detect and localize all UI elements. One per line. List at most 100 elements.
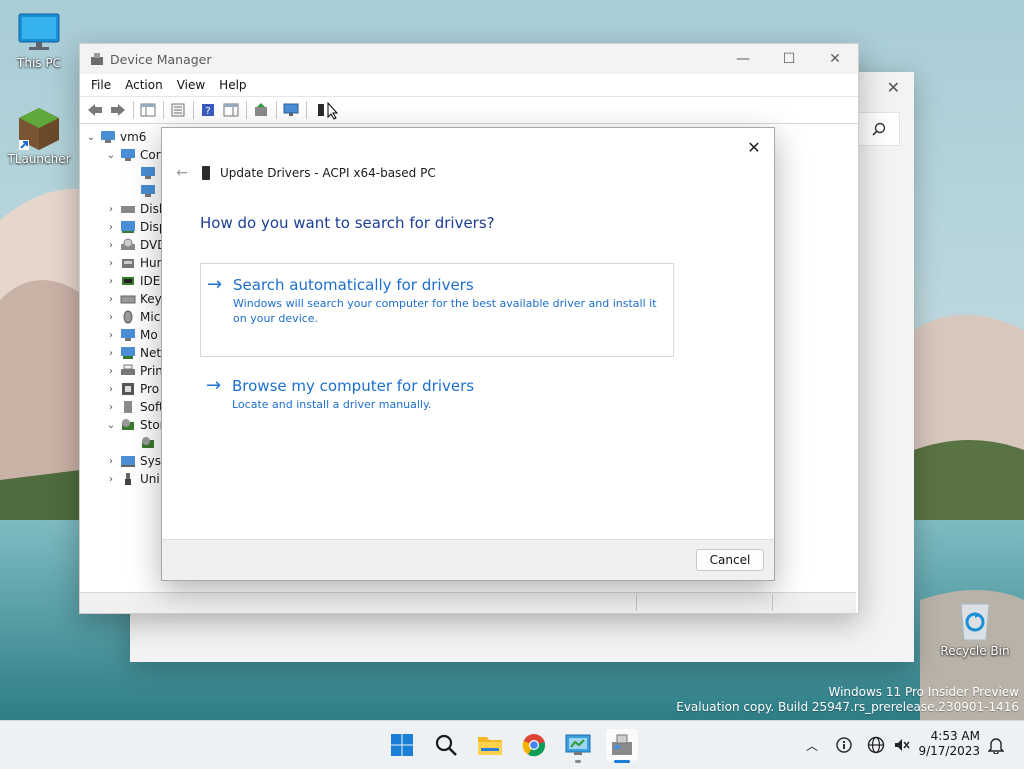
- storage-controller-icon: [122, 419, 134, 430]
- toolbar-separator: [193, 101, 194, 119]
- menu-view[interactable]: View: [170, 78, 212, 92]
- show-hidden-icons-button[interactable]: ︿: [802, 735, 822, 755]
- chevron-down-icon[interactable]: ⌄: [104, 150, 118, 161]
- search-automatically-option[interactable]: → Search automatically for drivers Windo…: [200, 263, 674, 357]
- back-button[interactable]: [84, 100, 106, 120]
- clock[interactable]: 4:53 AM 9/17/2023: [918, 729, 980, 759]
- close-icon[interactable]: ✕: [887, 78, 900, 97]
- tree-row-keyboards[interactable]: › Key: [104, 290, 162, 308]
- action-pane-button[interactable]: [220, 100, 242, 120]
- scan-hardware-button[interactable]: [280, 100, 302, 120]
- tray-app-button[interactable]: [834, 735, 854, 755]
- tree-row-child[interactable]: [138, 182, 160, 200]
- tree-row-storage[interactable]: ⌄ Stor: [104, 416, 165, 434]
- tree-row-computer[interactable]: ⌄ Cor: [104, 146, 161, 164]
- chevron-right-icon[interactable]: ›: [104, 312, 118, 323]
- chevron-right-icon[interactable]: ›: [104, 330, 118, 341]
- tree-row-dvd[interactable]: › DVD: [104, 236, 166, 254]
- dialog-header: ← Update Drivers - ACPI x64-based PC: [170, 164, 436, 182]
- svg-text:?: ?: [205, 106, 210, 117]
- chevron-right-icon[interactable]: ›: [104, 294, 118, 305]
- dialog-close-button[interactable]: ✕: [740, 134, 768, 160]
- tree-row-network[interactable]: › Net: [104, 344, 161, 362]
- close-button[interactable]: ✕: [812, 44, 858, 74]
- chevron-right-icon[interactable]: ›: [104, 258, 118, 269]
- browse-computer-option[interactable]: → Browse my computer for drivers Locate …: [200, 365, 672, 417]
- chrome-button[interactable]: [518, 729, 550, 761]
- chevron-right-icon[interactable]: ›: [104, 456, 118, 467]
- tree-row-hid[interactable]: › Hun: [104, 254, 164, 272]
- back-arrow-icon[interactable]: ←: [170, 165, 194, 181]
- action-pane-icon: [223, 103, 239, 117]
- search-button[interactable]: [858, 112, 900, 146]
- console-tree-icon: [140, 103, 156, 117]
- properties-button[interactable]: [167, 100, 189, 120]
- chevron-down-icon[interactable]: ⌄: [104, 420, 118, 431]
- toolbar-separator: [276, 101, 277, 119]
- tree-row-child[interactable]: [138, 164, 160, 182]
- title-bar[interactable]: Device Manager — ☐ ✕: [80, 44, 858, 74]
- chevron-right-icon[interactable]: ›: [104, 366, 118, 377]
- tree-row-display[interactable]: › Disp: [104, 218, 166, 236]
- taskbar: ︿ 4:53 AM 9/17/2023: [0, 720, 1024, 769]
- network-button[interactable]: [866, 735, 886, 755]
- recycle-bin-icon: [960, 603, 990, 641]
- notifications-button[interactable]: [986, 735, 1006, 755]
- monitor-icon: [121, 329, 135, 341]
- desktop-icon-this-pc[interactable]: This PC: [1, 10, 77, 70]
- desktop-icon-label: This PC: [17, 56, 61, 70]
- forward-button[interactable]: [107, 100, 129, 120]
- search-icon: [435, 734, 457, 756]
- tree-row-disk[interactable]: › Disk: [104, 200, 166, 218]
- tree-row-print[interactable]: › Prin: [104, 362, 163, 380]
- processor-icon: [122, 383, 134, 395]
- tree-row-processors[interactable]: › Pro: [104, 380, 159, 398]
- tree-row-system[interactable]: › Syst: [104, 452, 166, 470]
- toolbar-separator: [246, 101, 247, 119]
- device-manager-taskbar-button[interactable]: [606, 729, 638, 763]
- dialog-footer: Cancel: [162, 539, 774, 580]
- menu-action[interactable]: Action: [118, 78, 170, 92]
- tree-row-usb[interactable]: › Uni: [104, 470, 160, 488]
- chevron-right-icon[interactable]: ›: [104, 474, 118, 485]
- scan-hardware-icon: [283, 103, 299, 116]
- chevron-down-icon[interactable]: ⌄: [84, 132, 98, 143]
- desktop-icon-tlauncher[interactable]: TLauncher: [1, 106, 77, 166]
- chevron-right-icon[interactable]: ›: [104, 402, 118, 413]
- option-description: Locate and install a driver manually.: [232, 398, 432, 411]
- chevron-right-icon[interactable]: ›: [104, 384, 118, 395]
- menu-file[interactable]: File: [84, 78, 118, 92]
- desktop-icon-recycle-bin[interactable]: Recycle Bin: [937, 598, 1013, 658]
- tree-row-monitors[interactable]: › Mo: [104, 326, 158, 344]
- window-title: Device Manager: [110, 51, 212, 67]
- tree-row-mice[interactable]: › Mic: [104, 308, 160, 326]
- tree-row-child[interactable]: [138, 434, 160, 452]
- volume-muted-icon: [895, 739, 910, 751]
- start-button[interactable]: [386, 729, 418, 761]
- menu-help[interactable]: Help: [212, 78, 253, 92]
- tree-row-ide[interactable]: › IDE: [104, 272, 160, 290]
- maximize-button[interactable]: ☐: [766, 44, 812, 74]
- cancel-button[interactable]: Cancel: [696, 549, 764, 571]
- toolbar-separator: [163, 101, 164, 119]
- tree-row-root[interactable]: ⌄ vm6: [84, 128, 147, 146]
- control-panel-button[interactable]: [562, 729, 594, 763]
- chevron-right-icon[interactable]: ›: [104, 240, 118, 251]
- chevron-right-icon[interactable]: ›: [104, 348, 118, 359]
- chevron-right-icon[interactable]: ›: [104, 204, 118, 215]
- option-description: Windows will search your computer for th…: [233, 297, 657, 325]
- help-button[interactable]: ?: [197, 100, 219, 120]
- tree-row-software[interactable]: › Soft: [104, 398, 164, 416]
- chevron-right-icon[interactable]: ›: [104, 276, 118, 287]
- help-icon: ?: [202, 104, 214, 117]
- minimize-button[interactable]: —: [720, 44, 766, 74]
- tree-row-label: Cor: [140, 148, 161, 162]
- show-hide-tree-button[interactable]: [137, 100, 159, 120]
- chevron-right-icon[interactable]: ›: [104, 222, 118, 233]
- tree-row-label: vm6: [120, 130, 147, 144]
- volume-button[interactable]: [892, 735, 912, 755]
- status-bar: [80, 592, 856, 613]
- file-explorer-button[interactable]: [474, 729, 506, 761]
- update-driver-button[interactable]: [250, 100, 272, 120]
- search-button[interactable]: [430, 729, 462, 761]
